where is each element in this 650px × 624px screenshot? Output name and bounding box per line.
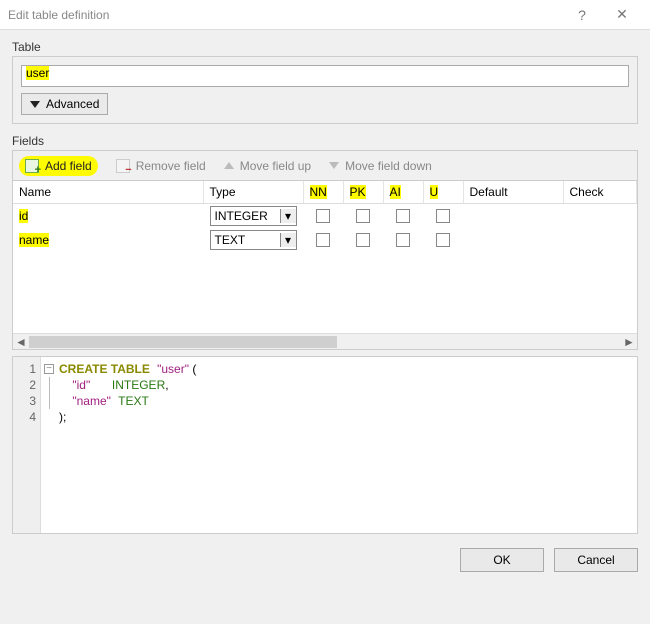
col-header-type[interactable]: Type [203,181,303,204]
scroll-left-icon[interactable]: ◄ [13,335,29,349]
titlebar: Edit table definition ? ✕ [0,0,650,30]
u-checkbox[interactable] [436,209,450,223]
table-group: user Advanced [12,56,638,124]
u-checkbox[interactable] [436,233,450,247]
add-icon [25,159,39,173]
move-up-button[interactable]: Move field up [224,159,311,173]
window-title: Edit table definition [8,8,562,22]
field-name[interactable]: name [19,233,49,247]
default-cell[interactable] [463,228,563,252]
advanced-label: Advanced [46,97,99,111]
table-name-value: user [26,66,49,80]
pk-checkbox[interactable] [356,209,370,223]
type-value: INTEGER [211,209,280,223]
fields-toolbar: Add field Remove field Move field up Mov… [12,150,638,180]
triangle-up-icon [224,162,234,169]
scrollbar-thumb[interactable] [29,336,337,348]
horizontal-scrollbar[interactable]: ◄ ► [13,333,637,349]
col-header-name[interactable]: Name [13,181,203,204]
move-down-button[interactable]: Move field down [329,159,432,173]
add-field-button[interactable]: Add field [19,156,98,176]
type-select[interactable]: TEXT ▾ [210,230,297,250]
table-header-row: Name Type NN PK AI U Default Check [13,181,637,204]
col-header-check[interactable]: Check [563,181,637,204]
chevron-down-icon [30,101,40,108]
help-button[interactable]: ? [562,7,602,23]
fold-toggle-icon[interactable]: − [44,364,54,374]
default-cell[interactable] [463,204,563,229]
fold-column: − [41,357,57,533]
table-row[interactable]: name TEXT ▾ [13,228,637,252]
sql-code[interactable]: CREATE TABLE "user" ( "id" INTEGER, "nam… [57,357,202,533]
fields-table: Name Type NN PK AI U Default Check id [13,181,637,252]
scroll-right-icon[interactable]: ► [621,335,637,349]
ok-button[interactable]: OK [460,548,544,572]
move-up-label: Move field up [240,159,311,173]
line-number-gutter: 1 2 3 4 [13,357,41,533]
triangle-down-icon [329,162,339,169]
type-select[interactable]: INTEGER ▾ [210,206,297,226]
scrollbar-track[interactable] [29,334,621,350]
type-value: TEXT [211,233,280,247]
move-down-label: Move field down [345,159,432,173]
cancel-button[interactable]: Cancel [554,548,638,572]
table-name-input[interactable]: user [21,65,629,87]
field-name[interactable]: id [19,209,28,223]
sql-preview: 1 2 3 4 − CREATE TABLE "user" ( "id" INT… [12,356,638,534]
close-button[interactable]: ✕ [602,6,642,23]
fields-table-container: Name Type NN PK AI U Default Check id [12,180,638,350]
nn-checkbox[interactable] [316,233,330,247]
table-section-label: Table [12,40,638,54]
col-header-nn[interactable]: NN [303,181,343,204]
col-header-ai[interactable]: AI [383,181,423,204]
dialog-footer: OK Cancel [0,540,650,580]
remove-icon [116,159,130,173]
ai-checkbox[interactable] [396,209,410,223]
check-cell[interactable] [563,204,637,229]
advanced-button[interactable]: Advanced [21,93,108,115]
check-cell[interactable] [563,228,637,252]
ai-checkbox[interactable] [396,233,410,247]
table-row[interactable]: id INTEGER ▾ [13,204,637,229]
col-header-pk[interactable]: PK [343,181,383,204]
col-header-default[interactable]: Default [463,181,563,204]
col-header-u[interactable]: U [423,181,463,204]
remove-field-button[interactable]: Remove field [116,159,206,173]
dropdown-icon[interactable]: ▾ [280,209,296,223]
fields-section-label: Fields [12,134,638,148]
pk-checkbox[interactable] [356,233,370,247]
remove-field-label: Remove field [136,159,206,173]
add-field-label: Add field [45,159,92,173]
dropdown-icon[interactable]: ▾ [280,233,296,247]
nn-checkbox[interactable] [316,209,330,223]
